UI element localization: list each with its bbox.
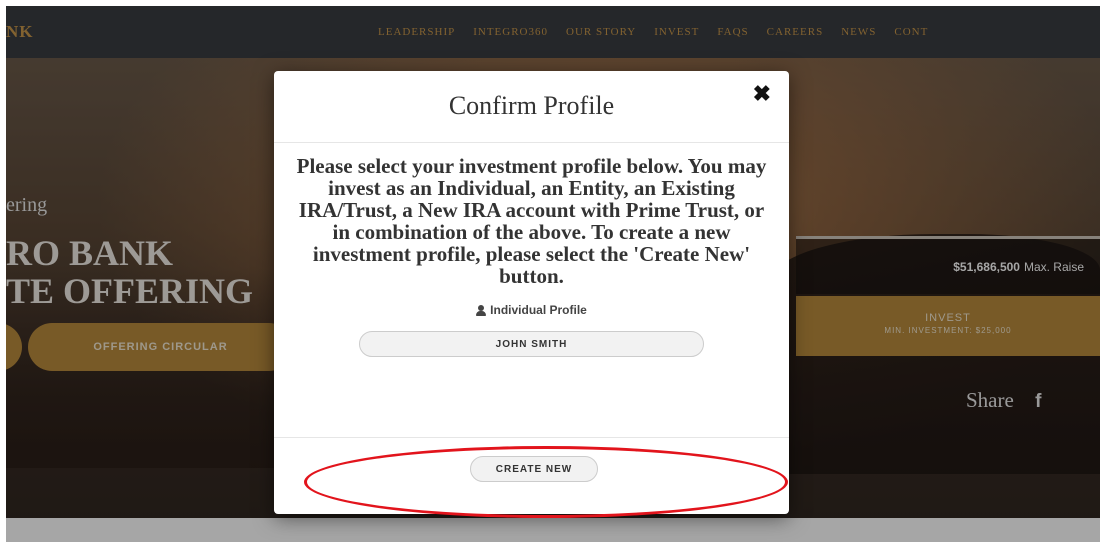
profile-label-text: Individual Profile	[490, 303, 587, 317]
modal-title: Confirm Profile	[448, 91, 615, 120]
profile-section-label: Individual Profile	[292, 303, 771, 317]
modal-message: Please select your investment profile be…	[296, 154, 767, 288]
modal-header: Confirm Profile ✖	[274, 71, 789, 143]
close-icon[interactable]: ✖	[753, 83, 771, 105]
profile-john-smith-button[interactable]: JOHN SMITH	[359, 331, 704, 357]
user-icon	[476, 304, 487, 316]
modal-body: Please select your investment profile be…	[274, 143, 789, 357]
annotation-highlight-ellipse	[304, 446, 788, 518]
